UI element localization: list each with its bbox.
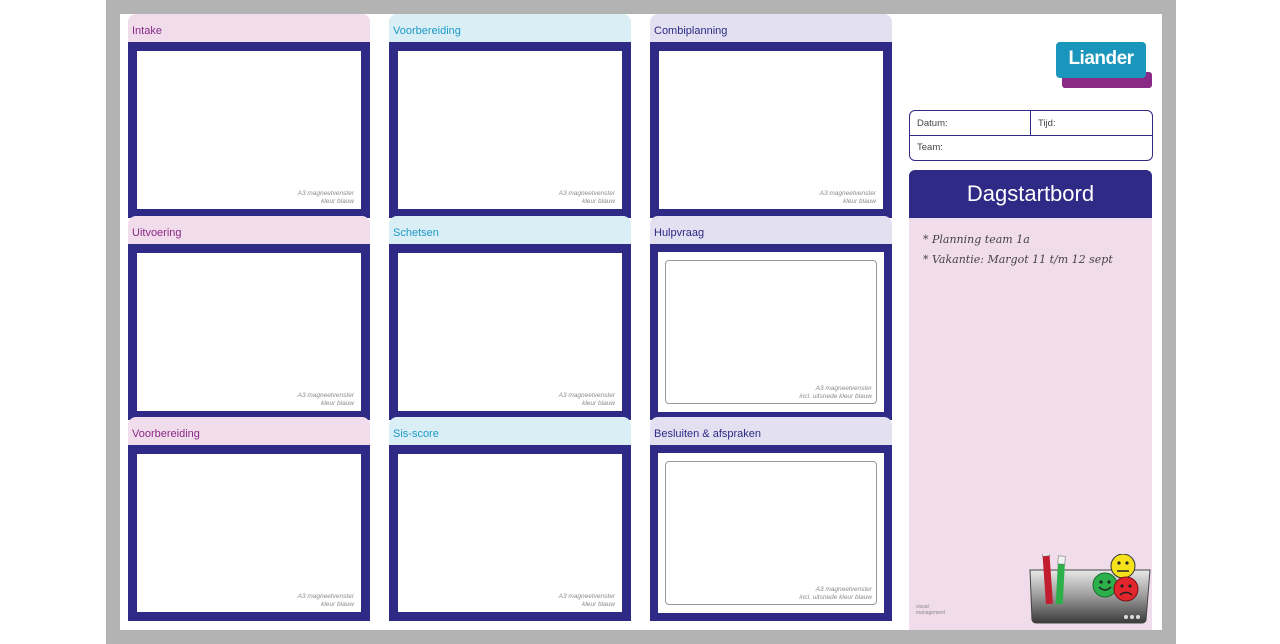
divider bbox=[910, 135, 1152, 136]
window-surface: A3 magneetvenster kleur blauw bbox=[137, 51, 361, 209]
caption-line: A3 magneetvenster bbox=[297, 392, 354, 399]
logo-text: Liander bbox=[1056, 42, 1146, 78]
smiley-neutral-icon bbox=[1110, 554, 1136, 579]
cell-voorbereiding-1: Voorbereiding A3 magneetvenster kleur bla… bbox=[389, 14, 631, 218]
footer-brand-line: management bbox=[916, 610, 946, 616]
caption-line: kleur blauw bbox=[321, 600, 354, 608]
magnet-window[interactable]: A3 magneetvenster kleur blauw bbox=[389, 244, 631, 420]
window-caption: A3 magneetvenster kleur blauw bbox=[298, 593, 354, 608]
cell-title: Voorbereiding bbox=[393, 25, 461, 37]
magnet-window[interactable]: A3 magneetvenster incl. uitsnede kleur bl… bbox=[650, 244, 892, 420]
caption-line: kleur blauw bbox=[321, 197, 354, 205]
window-surface: A3 magneetvenster kleur blauw bbox=[137, 253, 361, 411]
cell-title: Intake bbox=[132, 25, 162, 37]
window-caption: A3 magneetvenster kleur blauw bbox=[559, 593, 615, 608]
window-surface: A3 magneetvenster kleur blauw bbox=[398, 253, 622, 411]
caption-line: kleur blauw bbox=[582, 197, 615, 205]
caption-line: kleur blauw bbox=[843, 197, 876, 205]
smiley-eye bbox=[1120, 584, 1124, 588]
magnet-window[interactable]: A3 magneetvenster kleur blauw bbox=[650, 42, 892, 218]
window-caption: A3 magneetvenster kleur blauw bbox=[820, 190, 876, 205]
window-caption: A3 magneetvenster kleur blauw bbox=[559, 190, 615, 205]
window-caption: A3 magneetvenster kleur blauw bbox=[298, 190, 354, 205]
window-surface: A3 magneetvenster kleur blauw bbox=[398, 454, 622, 612]
smiley-eye bbox=[1117, 561, 1121, 565]
smiley-eye bbox=[1107, 580, 1111, 584]
note-line: * Planning team 1a bbox=[923, 233, 1030, 246]
window-caption: A3 magneetvenster incl. uitsnede kleur bl… bbox=[799, 586, 872, 601]
caption-line: incl. uitsnede kleur blauw bbox=[799, 392, 872, 400]
date-field[interactable]: Datum: bbox=[917, 118, 948, 129]
magnet-window[interactable]: A3 magneetvenster kleur blauw bbox=[389, 445, 631, 621]
smiley-eye bbox=[1099, 580, 1103, 584]
caption-line: A3 magneetvenster bbox=[815, 586, 872, 593]
window-caption: A3 magneetvenster incl. uitsnede kleur bl… bbox=[799, 385, 872, 400]
tray-dot bbox=[1136, 615, 1140, 619]
window-surface: A3 magneetvenster incl. uitsnede kleur bl… bbox=[658, 252, 884, 412]
cutout-frame bbox=[665, 260, 877, 404]
caption-line: A3 magneetvenster bbox=[558, 593, 615, 600]
cell-voorbereiding-2: Voorbereiding A3 magneetvenster kleur bla… bbox=[128, 417, 370, 621]
window-caption: A3 magneetvenster kleur blauw bbox=[298, 392, 354, 407]
cell-hulpvraag: Hulpvraag A3 magneetvenster incl. uitsned… bbox=[650, 216, 892, 420]
tray-dot bbox=[1124, 615, 1128, 619]
cell-title: Hulpvraag bbox=[654, 227, 705, 239]
cell-combiplanning: Combiplanning A3 magneetvenster kleur bla… bbox=[650, 14, 892, 218]
cell-title: Combiplanning bbox=[654, 25, 728, 37]
cell-sis-score: Sis-score A3 magneetvenster kleur blauw bbox=[389, 417, 631, 621]
cutout-frame bbox=[665, 461, 877, 605]
magnet-window[interactable]: A3 magneetvenster kleur blauw bbox=[128, 445, 370, 621]
caption-line: kleur blauw bbox=[582, 600, 615, 608]
tray-dot bbox=[1130, 615, 1134, 619]
panel-title: Dagstartbord bbox=[909, 170, 1152, 218]
caption-line: A3 magneetvenster bbox=[558, 392, 615, 399]
window-surface: A3 magneetvenster incl. uitsnede kleur bl… bbox=[658, 453, 884, 613]
time-field[interactable]: Tijd: bbox=[1038, 118, 1056, 129]
date-time-team-form: Datum: Tijd: Team: bbox=[909, 110, 1153, 161]
magnet-window[interactable]: A3 magneetvenster kleur blauw bbox=[389, 42, 631, 218]
smiley-sad-icon bbox=[1113, 576, 1139, 602]
cell-title: Voorbereiding bbox=[132, 428, 200, 440]
magnet-window[interactable]: A3 magneetvenster kleur blauw bbox=[128, 42, 370, 218]
magnet-tray-icon bbox=[1029, 554, 1151, 624]
caption-line: kleur blauw bbox=[582, 399, 615, 407]
caption-line: A3 magneetvenster bbox=[558, 190, 615, 197]
caption-line: A3 magneetvenster bbox=[815, 385, 872, 392]
smiley-happy-icon bbox=[1092, 572, 1118, 598]
cell-title: Besluiten & afspraken bbox=[654, 428, 762, 440]
cell-title: Uitvoering bbox=[132, 227, 182, 239]
window-surface: A3 magneetvenster kleur blauw bbox=[659, 51, 883, 209]
cell-title: Sis-score bbox=[393, 428, 439, 440]
cell-intake: Intake A3 magneetvenster kleur blauw bbox=[128, 14, 370, 218]
cell-schetsen: Schetsen A3 magneetvenster kleur blauw bbox=[389, 216, 631, 420]
note-line: * Vakantie: Margot 11 t/m 12 sept bbox=[923, 253, 1113, 266]
window-caption: A3 magneetvenster kleur blauw bbox=[559, 392, 615, 407]
caption-line: kleur blauw bbox=[321, 399, 354, 407]
caption-line: incl. uitsnede kleur blauw bbox=[799, 593, 872, 601]
smiley-eye bbox=[1128, 584, 1132, 588]
cell-besluiten-afspraken: Besluiten & afspraken A3 magneetvenster i… bbox=[650, 417, 892, 621]
cell-header bbox=[128, 14, 370, 42]
cell-title: Schetsen bbox=[393, 227, 439, 239]
window-surface: A3 magneetvenster kleur blauw bbox=[398, 51, 622, 209]
marker-cap bbox=[1057, 555, 1066, 565]
dagstart-board: Intake A3 magneetvenster kleur blauw Voor… bbox=[120, 14, 1162, 630]
caption-line: A3 magneetvenster bbox=[297, 593, 354, 600]
divider bbox=[1030, 111, 1031, 135]
caption-line: A3 magneetvenster bbox=[297, 190, 354, 197]
magnet-window[interactable]: A3 magneetvenster kleur blauw bbox=[128, 244, 370, 420]
liander-logo: Liander bbox=[1056, 42, 1152, 88]
caption-line: A3 magneetvenster bbox=[819, 190, 876, 197]
smiley-eye bbox=[1125, 561, 1129, 565]
cell-uitvoering: Uitvoering A3 magneetvenster kleur blauw bbox=[128, 216, 370, 420]
magnet-window[interactable]: A3 magneetvenster incl. uitsnede kleur bl… bbox=[650, 445, 892, 621]
marker-cap bbox=[1041, 554, 1050, 557]
footer-brand: visual management bbox=[916, 604, 945, 616]
window-surface: A3 magneetvenster kleur blauw bbox=[137, 454, 361, 612]
team-field[interactable]: Team: bbox=[917, 142, 943, 153]
